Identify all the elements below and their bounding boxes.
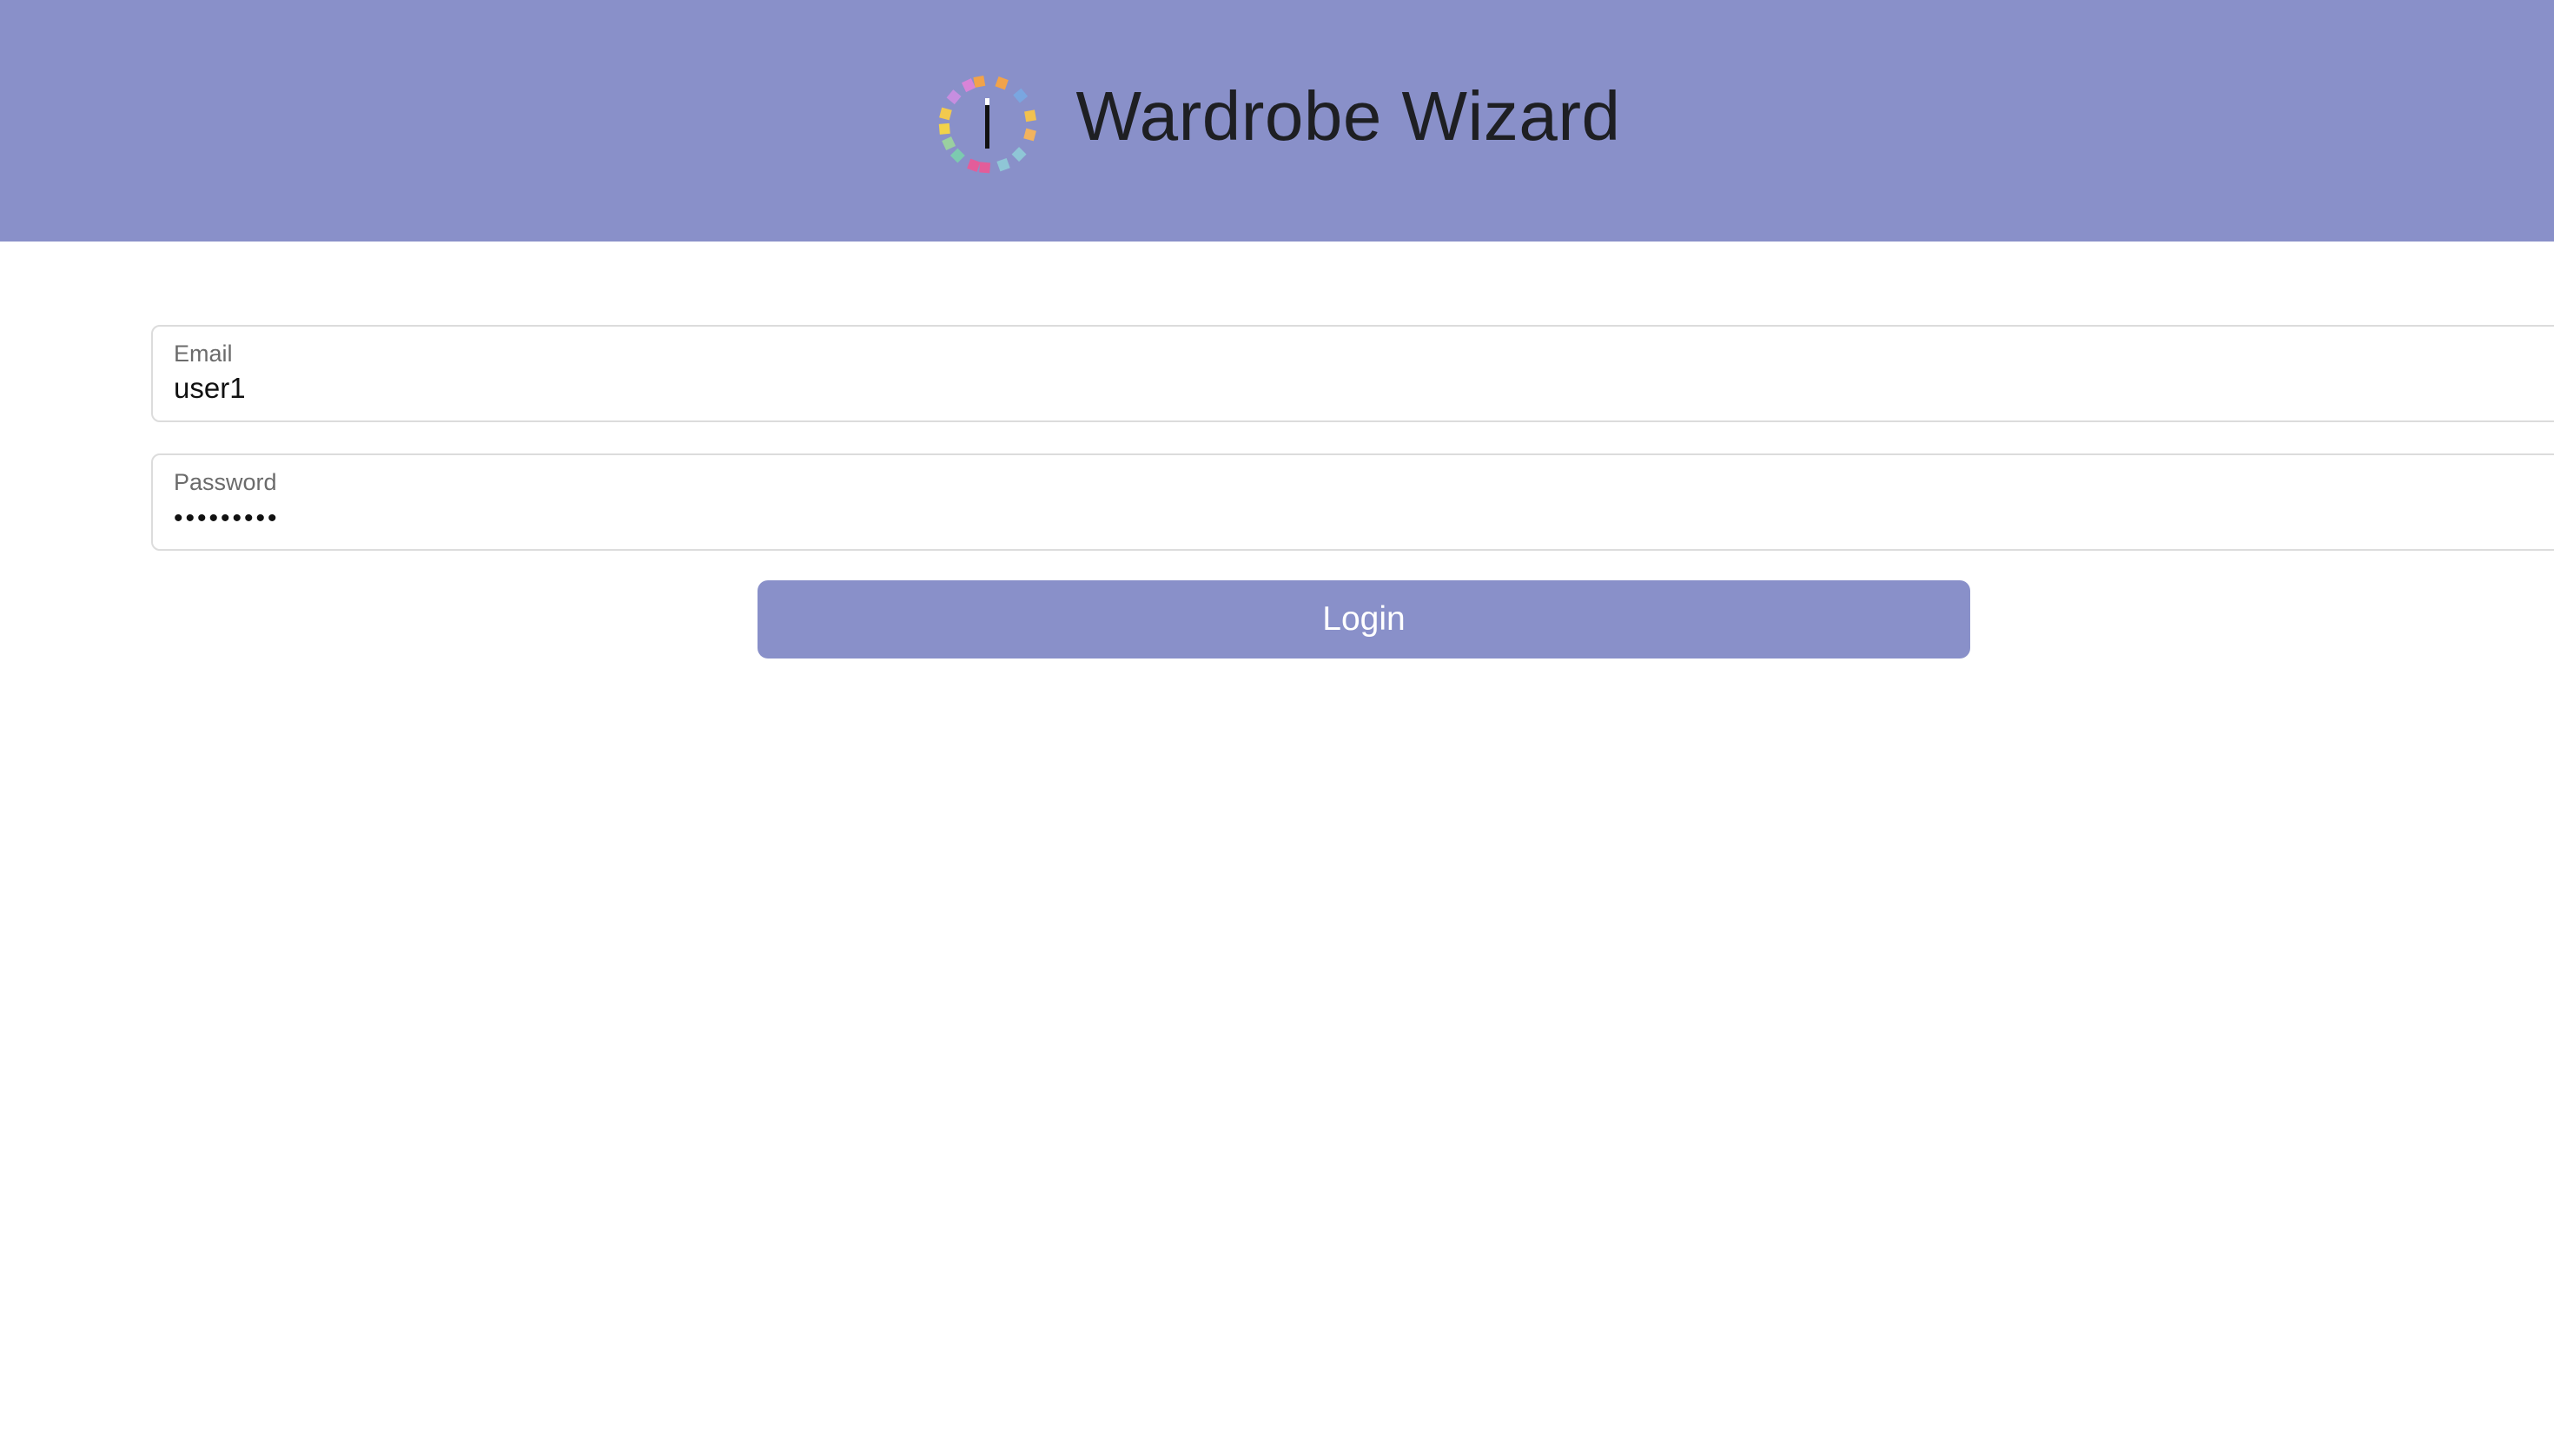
login-button[interactable]: Login — [758, 580, 1970, 659]
brand: Wardrobe Wizard — [0, 0, 2554, 242]
email-field[interactable]: Email — [151, 325, 2554, 422]
app-header: Wardrobe Wizard — [0, 0, 2554, 242]
email-label: Email — [174, 341, 233, 367]
password-label: Password — [174, 469, 277, 495]
password-input[interactable]: ••••••••• — [174, 504, 2519, 533]
email-input[interactable] — [174, 372, 2519, 405]
app-title: Wardrobe Wizard — [1075, 77, 1621, 155]
wardrobe-wizard-logo-icon — [938, 75, 1036, 174]
password-field[interactable]: Password ••••••••• — [151, 453, 2554, 551]
